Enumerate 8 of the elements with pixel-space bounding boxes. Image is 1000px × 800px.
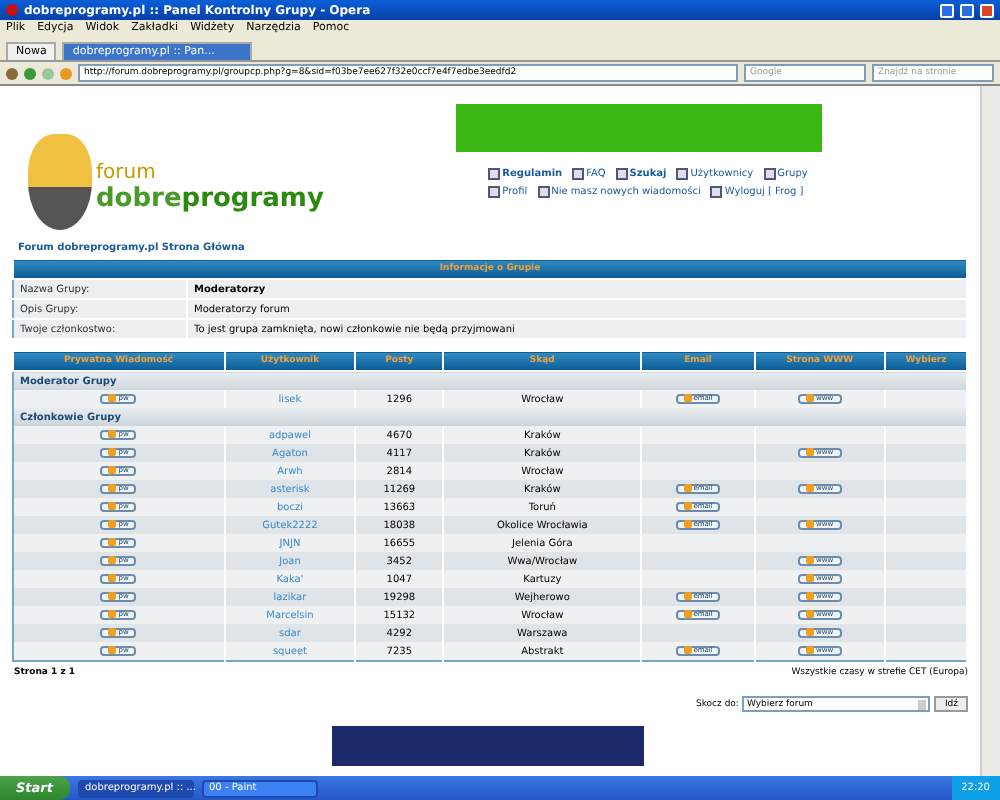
close-icon[interactable] (980, 3, 994, 17)
mascot-drawing (28, 134, 92, 230)
minimize-icon[interactable] (940, 3, 954, 17)
logo-subtitle: forum (96, 162, 158, 184)
browser-logo-icon (6, 4, 18, 16)
logo-text: dobreprogramy (96, 184, 324, 214)
maximize-icon[interactable] (960, 3, 974, 17)
scrollbar[interactable] (980, 86, 1000, 776)
